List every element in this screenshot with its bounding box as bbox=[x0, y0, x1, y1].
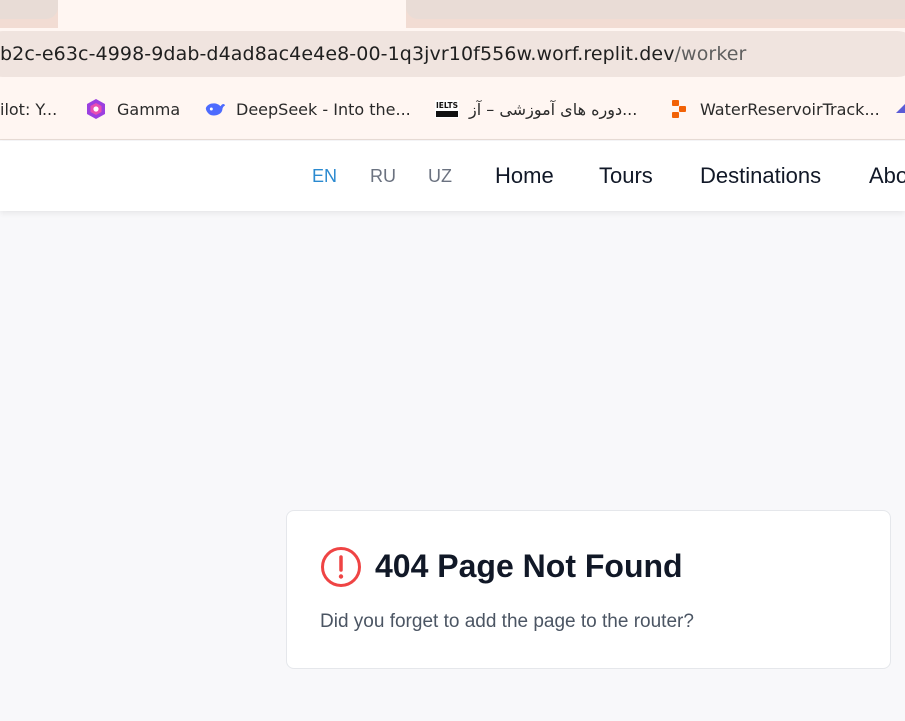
site-header: EN RU UZ Home Tours Destinations Abo bbox=[0, 141, 905, 211]
address-bar[interactable]: b2c-e63c-4998-9dab-d4ad8ac4e4e8-00-1q3jv… bbox=[0, 31, 905, 77]
error-message: Did you forget to add the page to the ro… bbox=[320, 611, 694, 632]
tab-strip bbox=[0, 0, 905, 28]
url-text[interactable]: b2c-e63c-4998-9dab-d4ad8ac4e4e8-00-1q3jv… bbox=[0, 43, 746, 65]
bookmark-partial-icon bbox=[896, 100, 905, 119]
alert-circle-icon bbox=[320, 546, 362, 588]
nav-home[interactable]: Home bbox=[495, 163, 554, 189]
nav-destinations[interactable]: Destinations bbox=[700, 163, 821, 189]
language-en[interactable]: EN bbox=[312, 166, 337, 187]
bookmark-label: دوره های آموزشی – آز... bbox=[469, 99, 638, 119]
bookmark-label: Gamma bbox=[117, 99, 181, 119]
language-ru[interactable]: RU bbox=[370, 166, 396, 187]
bookmark-label: DeepSeek - Into the... bbox=[236, 99, 411, 119]
tab-inactive-right[interactable] bbox=[406, 0, 905, 19]
page-title: 404 Page Not Found bbox=[375, 548, 683, 584]
browser-toolbar: b2c-e63c-4998-9dab-d4ad8ac4e4e8-00-1q3jv… bbox=[0, 28, 905, 80]
bookmark-water-reservoir[interactable]: WaterReservoirTrack... bbox=[668, 97, 880, 121]
tab-active[interactable] bbox=[58, 0, 406, 28]
bookmark-label: WaterReservoirTrack... bbox=[700, 99, 880, 119]
gamma-icon bbox=[85, 98, 107, 120]
bookmark-overflow[interactable] bbox=[896, 97, 905, 121]
not-found-card: 404 Page Not Found Did you forget to add… bbox=[286, 510, 891, 669]
bookmark-gamma[interactable]: Gamma bbox=[85, 97, 180, 121]
nav-tours[interactable]: Tours bbox=[599, 163, 653, 189]
bookmarks-bar: ilot: Y... Gamma DeepSeek - Into the... … bbox=[0, 80, 905, 140]
svg-text:IELTS: IELTS bbox=[436, 101, 458, 110]
replit-icon bbox=[668, 98, 690, 120]
url-host: b2c-e63c-4998-9dab-d4ad8ac4e4e8-00-1q3jv… bbox=[0, 43, 675, 65]
ielts-icon: IELTS bbox=[435, 98, 459, 120]
language-uz[interactable]: UZ bbox=[428, 166, 452, 187]
nav-about[interactable]: Abo bbox=[869, 163, 905, 189]
url-path: /worker bbox=[674, 43, 747, 65]
tab-inactive-left[interactable] bbox=[0, 0, 58, 19]
deepseek-icon bbox=[204, 98, 226, 120]
bookmark-copilot[interactable]: ilot: Y... bbox=[0, 97, 57, 121]
bookmark-label: ilot: Y... bbox=[0, 99, 58, 119]
bookmark-deepseek[interactable]: DeepSeek - Into the... bbox=[204, 97, 411, 121]
bookmark-ielts[interactable]: IELTS دوره های آموزشی – آز... bbox=[435, 97, 637, 121]
